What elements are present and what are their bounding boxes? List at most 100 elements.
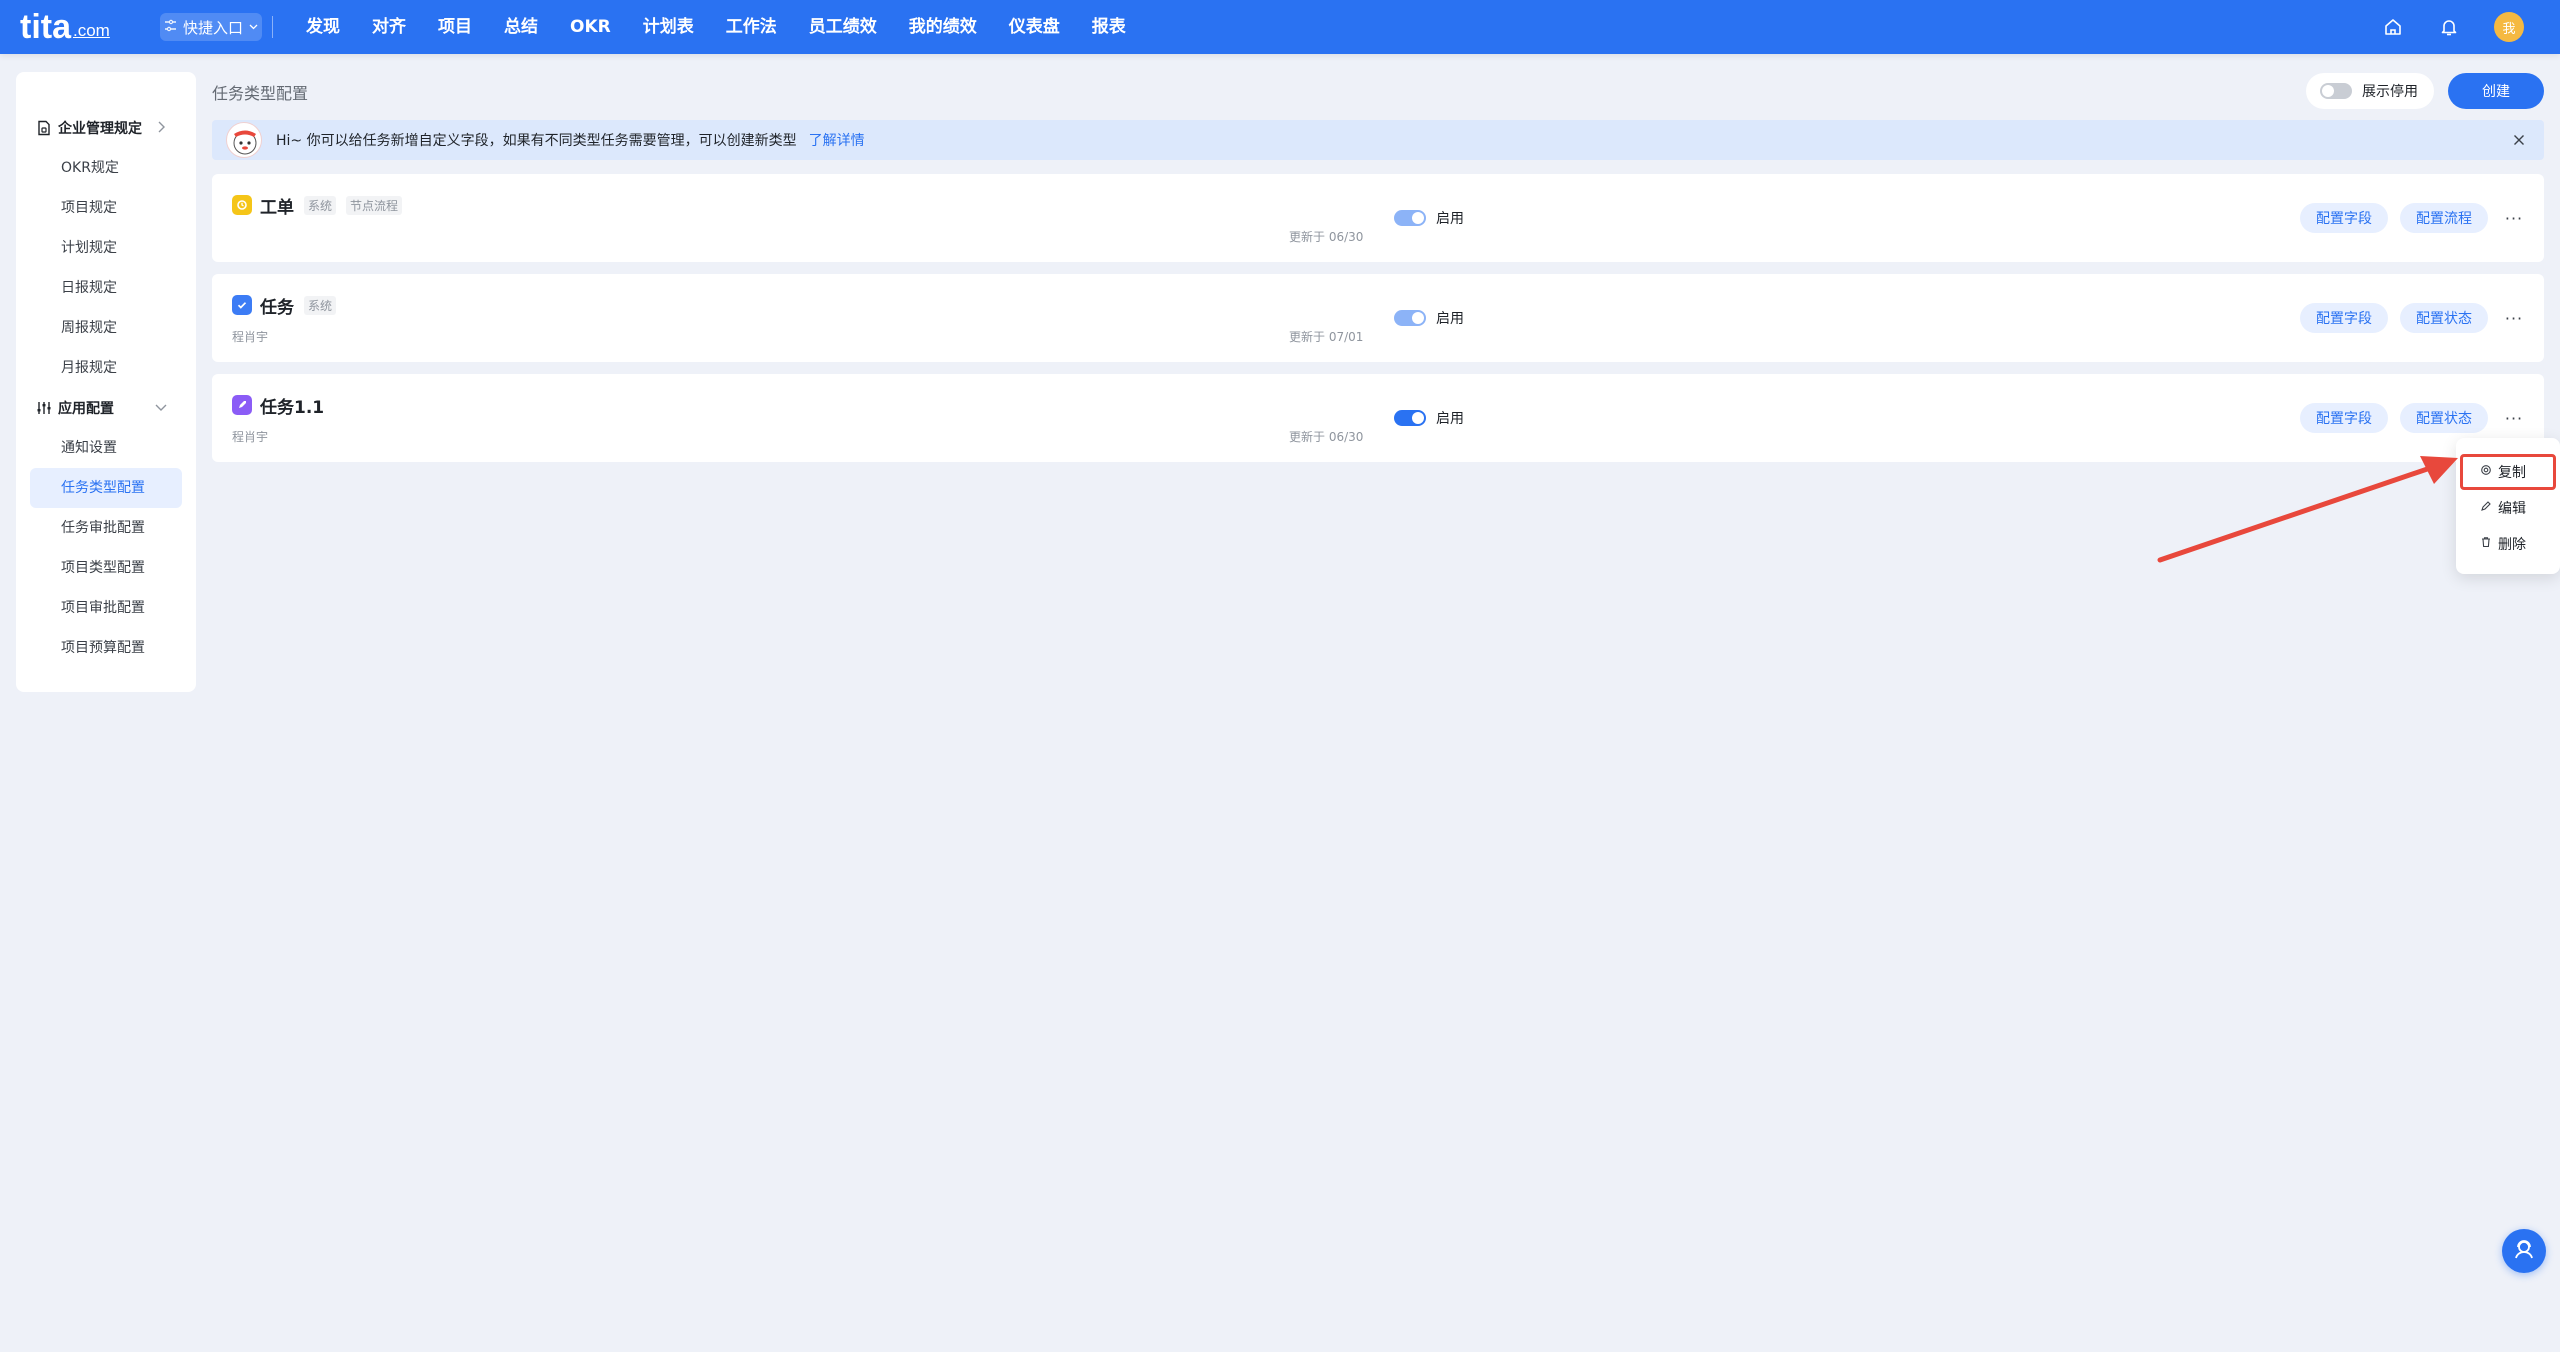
sidebar-item-daily-rules[interactable]: 日报规定 (30, 268, 182, 308)
config-status-button[interactable]: 配置状态 (2400, 303, 2488, 333)
support-agent-icon (2512, 1237, 2536, 1265)
card-title: 任务 系统 (232, 293, 337, 318)
info-banner: Hi~ 你可以给任务新增自定义字段，如果有不同类型任务需要管理，可以创建新类型 … (212, 120, 2544, 160)
enable-switch[interactable] (1394, 410, 1426, 426)
config-fields-button[interactable]: 配置字段 (2300, 303, 2388, 333)
menu-item-edit[interactable]: 编辑 (2456, 490, 2560, 526)
settings-sidebar: 企业管理规定 OKR规定 项目规定 计划规定 日报规定 周报规定 月报规定 应用… (16, 72, 196, 692)
rocket-icon (232, 395, 252, 415)
show-disabled-toggle[interactable]: 展示停用 (2306, 73, 2434, 109)
enable-switch[interactable] (1394, 310, 1426, 326)
card-owner: 程肖宇 (232, 430, 269, 444)
customer-service-button[interactable] (2502, 1229, 2546, 1273)
nav-item-plan[interactable]: 计划表 (627, 0, 710, 54)
updated-date: 更新于 06/30 (1289, 230, 1364, 244)
status-label: 启用 (1436, 311, 1464, 327)
menu-item-delete[interactable]: 删除 (2456, 526, 2560, 562)
sidebar-item-monthly-rules[interactable]: 月报规定 (30, 348, 182, 388)
card-name[interactable]: 任务1.1 (260, 393, 324, 418)
task-type-card: 工单 系统 节点流程 更新于 06/30 启用 配置字段 配置流程 ··· (212, 174, 2544, 262)
quick-entry-button[interactable]: 快捷入口 (160, 13, 262, 41)
quick-entry-icon (164, 19, 177, 36)
card-name[interactable]: 任务 (260, 293, 294, 318)
edit-icon (2480, 500, 2492, 516)
status-toggle[interactable]: 启用 (1394, 208, 1464, 228)
sidebar-item-task-type-config[interactable]: 任务类型配置 (30, 468, 182, 508)
top-right-actions: 我 (2382, 0, 2524, 54)
page-title: 任务类型配置 (212, 84, 309, 103)
card-name[interactable]: 工单 (260, 193, 294, 218)
sidebar-item-project-rules[interactable]: 项目规定 (30, 188, 182, 228)
sidebar-group-label: 企业管理规定 (58, 121, 142, 137)
chevron-right-icon (154, 120, 168, 134)
enable-switch[interactable] (1394, 210, 1426, 226)
task-check-icon (232, 295, 252, 315)
config-fields-button[interactable]: 配置字段 (2300, 203, 2388, 233)
copy-icon (2480, 464, 2492, 480)
top-navigation-bar: tita .com 快捷入口 发现 对齐 项目 总结 OKR 计划表 工作法 员工… (0, 0, 2560, 54)
sidebar-group-app-config[interactable]: 应用配置 (16, 388, 196, 428)
sidebar-item-project-budget-config[interactable]: 项目预算配置 (30, 628, 182, 668)
nav-item-reports[interactable]: 报表 (1076, 0, 1142, 54)
config-flow-button[interactable]: 配置流程 (2400, 203, 2488, 233)
home-icon[interactable] (2382, 16, 2404, 38)
node-flow-tag: 节点流程 (346, 195, 403, 215)
nav-item-project[interactable]: 项目 (422, 0, 488, 54)
bell-icon[interactable] (2438, 16, 2460, 38)
card-owner: 程肖宇 (232, 330, 269, 344)
chevron-down-icon (249, 21, 258, 34)
nav-item-dashboard[interactable]: 仪表盘 (993, 0, 1076, 54)
sidebar-item-okr-rules[interactable]: OKR规定 (30, 148, 182, 188)
menu-item-label: 复制 (2498, 465, 2526, 481)
sidebar-item-project-approval-config[interactable]: 项目审批配置 (30, 588, 182, 628)
user-avatar[interactable]: 我 (2494, 12, 2524, 42)
status-toggle[interactable]: 启用 (1394, 308, 1464, 328)
more-options-icon[interactable]: ··· (2502, 208, 2526, 228)
sidebar-item-task-approval-config[interactable]: 任务审批配置 (30, 508, 182, 548)
mascot-icon (226, 122, 262, 158)
sliders-icon (36, 400, 52, 416)
show-disabled-label: 展示停用 (2362, 84, 2418, 100)
learn-more-link[interactable]: 了解详情 (809, 130, 865, 150)
config-status-button[interactable]: 配置状态 (2400, 403, 2488, 433)
nav-item-summary[interactable]: 总结 (488, 0, 554, 54)
sidebar-item-weekly-rules[interactable]: 周报规定 (30, 308, 182, 348)
nav-item-staff-performance[interactable]: 员工绩效 (793, 0, 893, 54)
document-lock-icon (36, 120, 52, 136)
nav-item-method[interactable]: 工作法 (710, 0, 793, 54)
more-options-icon[interactable]: ··· (2502, 408, 2526, 428)
main-nav: 发现 对齐 项目 总结 OKR 计划表 工作法 员工绩效 我的绩效 仪表盘 报表 (290, 0, 1142, 54)
close-icon[interactable] (2510, 131, 2528, 149)
nav-item-discover[interactable]: 发现 (290, 0, 356, 54)
updated-date: 更新于 06/30 (1289, 430, 1364, 444)
nav-item-align[interactable]: 对齐 (356, 0, 422, 54)
task-type-card: 任务 系统 程肖宇 更新于 07/01 启用 配置字段 配置状态 ··· (212, 274, 2544, 362)
sidebar-item-project-type-config[interactable]: 项目类型配置 (30, 548, 182, 588)
sidebar-group-enterprise-rules[interactable]: 企业管理规定 (16, 108, 196, 148)
nav-divider (272, 16, 273, 38)
config-fields-button[interactable]: 配置字段 (2300, 403, 2388, 433)
sidebar-item-plan-rules[interactable]: 计划规定 (30, 228, 182, 268)
create-button[interactable]: 创建 (2448, 73, 2544, 109)
work-order-icon (232, 195, 252, 215)
trash-icon (2480, 536, 2492, 552)
more-options-menu: 复制 编辑 删除 (2456, 438, 2560, 574)
menu-item-label: 编辑 (2498, 501, 2526, 517)
tita-logo[interactable]: tita .com (20, 8, 110, 46)
nav-item-my-performance[interactable]: 我的绩效 (893, 0, 993, 54)
chevron-down-icon (154, 400, 168, 414)
card-title: 任务1.1 (232, 393, 324, 418)
status-toggle[interactable]: 启用 (1394, 408, 1464, 428)
updated-date: 更新于 07/01 (1289, 330, 1364, 344)
sidebar-group-label: 应用配置 (58, 401, 114, 417)
show-disabled-switch[interactable] (2320, 83, 2352, 99)
sidebar-item-notification-settings[interactable]: 通知设置 (30, 428, 182, 468)
quick-entry-label: 快捷入口 (182, 18, 243, 37)
menu-item-label: 删除 (2498, 537, 2526, 553)
more-options-icon[interactable]: ··· (2502, 308, 2526, 328)
banner-text: Hi~ 你可以给任务新增自定义字段，如果有不同类型任务需要管理，可以创建新类型 (276, 133, 797, 149)
card-title: 工单 系统 节点流程 (232, 193, 403, 218)
nav-item-okr[interactable]: OKR (554, 0, 627, 54)
status-label: 启用 (1436, 411, 1464, 427)
menu-item-copy[interactable]: 复制 (2460, 454, 2556, 490)
